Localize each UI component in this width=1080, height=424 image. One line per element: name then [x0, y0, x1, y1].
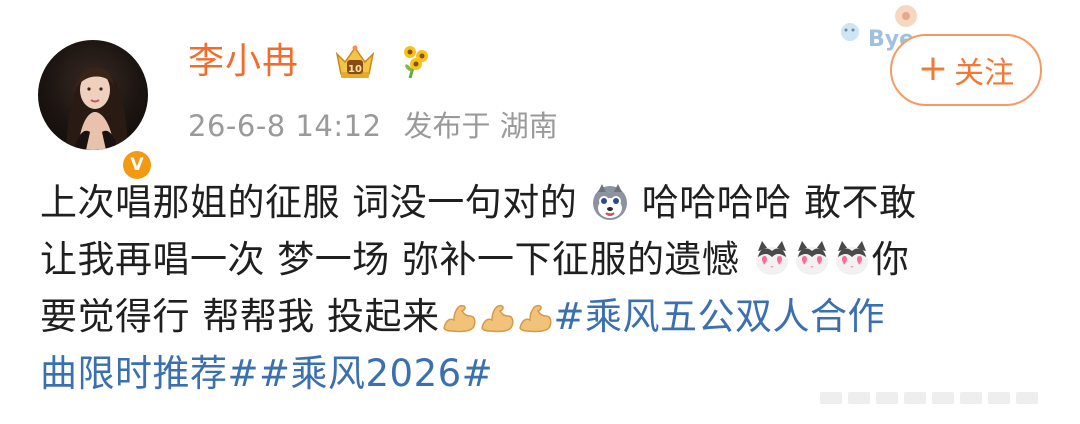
cat-heart-emoji — [835, 241, 868, 275]
cat-heart-emoji — [795, 241, 828, 275]
husky-emoji — [592, 184, 627, 220]
post-text-segment: 上次唱那姐的征服 词没一句对的 — [40, 181, 578, 224]
post-timestamp: 26-6-8 14:12 — [188, 109, 382, 143]
muscle-emoji — [442, 304, 476, 333]
post-text: 上次唱那姐的征服 词没一句对的 哈哈哈哈 敢不敢 让我再唱一次 梦一场 弥补一下… — [40, 174, 1050, 402]
post-text-segment: 哈哈哈哈 敢不敢 — [641, 181, 917, 224]
weibo-post-card: Bye V 李小冉 10 26-6-8 14:12 发布于 湖南 + 关注 上次… — [0, 0, 1080, 424]
cat-heart-emoji — [755, 241, 788, 275]
post-line-3: 要觉得行 帮帮我 投起来 #乘风五公双人合作 — [40, 288, 1050, 345]
hashtag-link[interactable]: #乘风五公双人合作 — [554, 295, 886, 338]
muscle-emoji — [480, 304, 514, 333]
watermark-icon — [820, 392, 1038, 404]
plus-icon: + — [917, 48, 949, 89]
svg-text:10: 10 — [348, 64, 362, 75]
avatar-container[interactable]: V — [38, 40, 154, 182]
post-text-segment: 要觉得行 帮帮我 投起来 — [40, 295, 440, 338]
hashtag-link[interactable]: 曲限时推荐##乘风2026# — [40, 352, 493, 395]
post-text-segment: 你 — [871, 238, 910, 281]
crown-level-icon[interactable]: 10 — [333, 44, 377, 82]
post-line-1: 上次唱那姐的征服 词没一句对的 哈哈哈哈 敢不敢 — [40, 174, 1050, 231]
sunflower-icon — [404, 46, 428, 79]
follow-label: 关注 — [954, 56, 1015, 91]
post-line-2: 让我再唱一次 梦一场 弥补一下征服的遗憾 你 — [40, 231, 1050, 288]
post-location: 发布于 湖南 — [403, 109, 558, 143]
post-meta: 26-6-8 14:12 发布于 湖南 — [188, 106, 558, 146]
avatar[interactable] — [38, 40, 148, 150]
follow-button[interactable]: + 关注 — [890, 34, 1042, 106]
muscle-emoji — [518, 304, 552, 333]
username[interactable]: 李小冉 — [188, 40, 299, 84]
avatar-portrait-icon — [66, 67, 128, 150]
post-text-segment: 让我再唱一次 梦一场 弥补一下征服的遗憾 — [40, 238, 740, 281]
